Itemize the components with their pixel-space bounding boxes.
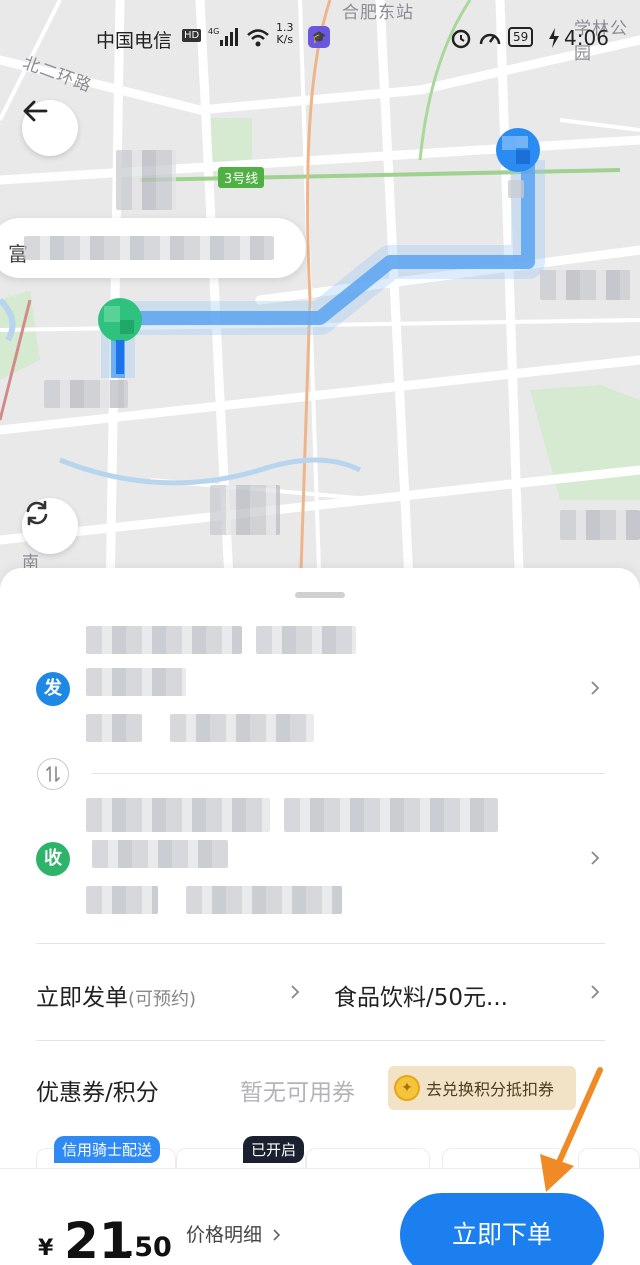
price-detail-label: 价格明细 — [186, 1224, 263, 1246]
coupon-value[interactable]: 暂无可用券 — [240, 1073, 355, 1107]
blurred-receiver-phone — [186, 886, 342, 914]
net-speed-unit: K/s — [276, 33, 294, 46]
annotation-arrow-icon — [540, 1067, 603, 1192]
blurred-receiver-name — [284, 798, 498, 832]
swap-vertical-icon — [46, 766, 60, 782]
receiver-icon: 收 — [36, 842, 70, 876]
goods-type-selector[interactable]: 食品饮料/50元... — [334, 978, 508, 1012]
price-currency: ¥ — [38, 1236, 54, 1261]
blurred-sender-phone — [86, 714, 142, 742]
map-roads — [0, 0, 640, 600]
status-bar: 中国电信 HD 4G 1.3 K/s 🎓 59 4:06 — [0, 22, 640, 54]
blurred-sender-name — [256, 626, 356, 654]
map-label-station: 合肥东站 — [342, 3, 414, 23]
blurred-label — [116, 150, 176, 210]
sender-icon: 发 — [36, 672, 70, 706]
coin-icon: ✦ — [394, 1075, 420, 1101]
net-speed: 1.3 K/s — [276, 22, 294, 46]
signal-icon: 4G — [208, 27, 238, 46]
start-address-bubble[interactable]: 富 — [0, 218, 306, 278]
dispatch-label: 立即发单 — [36, 985, 128, 1011]
dispatch-time-selector[interactable]: 立即发单(可预约) — [36, 978, 196, 1012]
blurred-receiver-phone — [86, 886, 158, 914]
blurred-sender-address — [86, 668, 186, 696]
blurred-label — [540, 270, 630, 300]
wifi-icon — [247, 29, 269, 47]
svg-text:4G: 4G — [208, 27, 219, 36]
refresh-icon — [26, 500, 48, 526]
credit-rider-tag: 信用骑士配送 — [54, 1136, 161, 1163]
blurred-label — [560, 510, 640, 540]
blurred-sender-phone — [170, 714, 314, 742]
metro-line-badge: 3号线 — [218, 167, 265, 188]
refresh-button[interactable] — [22, 498, 78, 554]
blurred-sender-name — [86, 626, 242, 654]
alarm-icon — [451, 29, 471, 49]
blurred-receiver-name — [86, 798, 270, 832]
price-detail-link[interactable]: 价格明细 — [186, 1220, 282, 1247]
carrier-name: 中国电信 — [96, 30, 173, 52]
chevron-right-icon — [591, 681, 600, 695]
blurred-receiver-address — [92, 840, 228, 868]
chevron-right-icon — [591, 985, 600, 999]
charging-icon — [549, 28, 559, 48]
app-notification-icon: 🎓 — [308, 26, 330, 48]
hd-badge: HD — [182, 29, 202, 42]
map-view[interactable]: 合肥东站 北二环路 学林公园 南 3号线 富 中国电信 HD 4G 1.3 K/… — [0, 0, 640, 600]
back-button[interactable] — [22, 100, 78, 156]
chevron-right-icon — [591, 851, 600, 865]
dispatch-sub: (可预约) — [128, 989, 197, 1010]
divider — [92, 773, 605, 774]
enabled-tag: 已开启 — [243, 1136, 305, 1163]
chevron-right-icon — [291, 985, 300, 999]
clock-time: 4:06 — [564, 26, 609, 50]
battery-level: 59 — [508, 27, 534, 47]
blurred-address — [24, 236, 274, 260]
chevron-right-icon — [273, 1229, 281, 1241]
divider — [36, 943, 605, 944]
end-pin-icon — [496, 128, 540, 172]
divider — [36, 1040, 605, 1041]
blurred-label — [508, 180, 524, 198]
blurred-label — [44, 380, 128, 408]
coupon-label: 优惠券/积分 — [36, 1080, 159, 1106]
arrow-left-icon — [23, 100, 48, 122]
blurred-label — [210, 485, 280, 535]
speedometer-icon — [479, 33, 501, 45]
drag-handle[interactable] — [295, 592, 345, 598]
place-order-button[interactable]: 立即下单 — [400, 1193, 604, 1265]
price-decimal: .50 — [124, 1232, 172, 1263]
swap-button[interactable] — [37, 758, 69, 790]
